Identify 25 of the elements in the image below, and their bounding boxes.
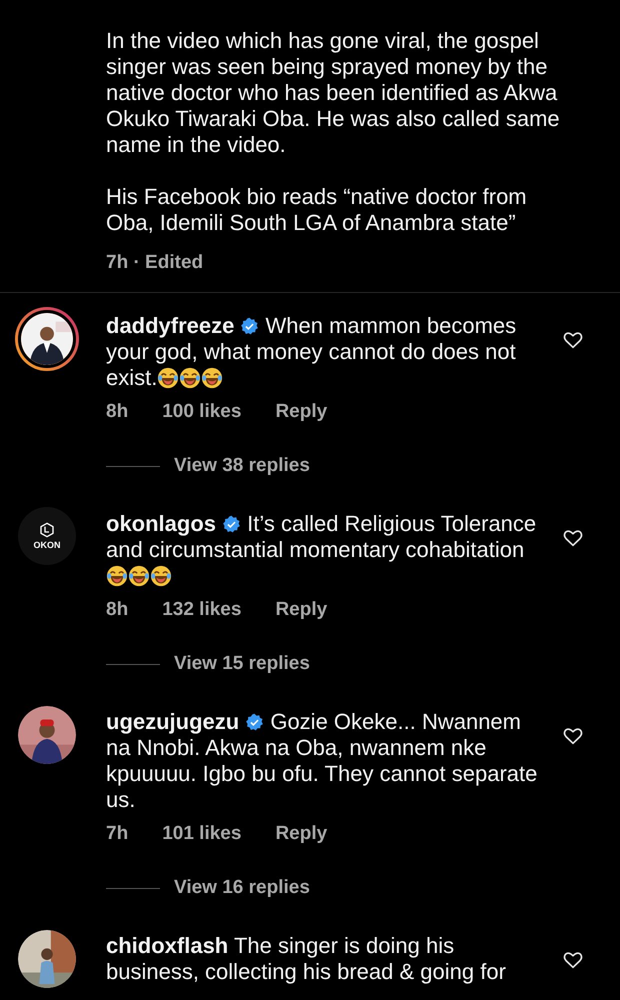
comment-text: okonlagos It’s called Religious Tolerance and circumstantial momentary cohabitation: [106, 511, 540, 589]
likes-count[interactable]: 132 likes: [162, 599, 242, 621]
comment-time: 8h: [106, 599, 128, 621]
logo-text: OKON: [34, 540, 60, 550]
view-replies-button[interactable]: View 15 replies: [174, 653, 310, 675]
caption-paragraph: In the video which has gone viral, the gospel singer was seen being sprayed money by the native doctor who has been identified as Akwa Okuko Tiwaraki Oba. He was also called same name in the video.: [106, 28, 561, 158]
reply-button[interactable]: Reply: [275, 599, 328, 621]
avatar-logo[interactable]: OKON: [18, 507, 76, 565]
comment-time: 7h: [106, 823, 128, 845]
comment-text: ugezujugezu Gozie Okeke... Nwannem na Nnobi. Akwa na Oba, nwannem nke kpuuuuu. Igbo bu ofu. They cannot separate us.: [106, 709, 538, 813]
post-time: 7h · Edited: [106, 252, 204, 274]
username[interactable]: daddyfreeze: [106, 313, 234, 338]
view-replies-button[interactable]: View 38 replies: [174, 455, 310, 477]
username[interactable]: ugezujugezu: [106, 709, 240, 734]
view-replies-button[interactable]: View 16 replies: [174, 877, 310, 899]
reply-button[interactable]: Reply: [275, 823, 328, 845]
comment-text: daddyfreeze When mammon becomes your god, what money cannot do does not exist.: [106, 313, 518, 391]
comment-text: chidoxflash The singer is doing his business, collecting his bread & going for: [106, 933, 507, 985]
caption-paragraph: His Facebook bio reads “native doctor from Oba, Idemili South LGA of Anambra state”: [106, 184, 528, 236]
comment-time: 8h: [106, 401, 128, 423]
username[interactable]: chidoxflash: [106, 933, 228, 958]
likes-count[interactable]: 100 likes: [162, 401, 242, 423]
likes-count[interactable]: 101 likes: [162, 823, 242, 845]
username[interactable]: okonlagos: [106, 511, 216, 536]
reply-button[interactable]: Reply: [275, 401, 328, 423]
